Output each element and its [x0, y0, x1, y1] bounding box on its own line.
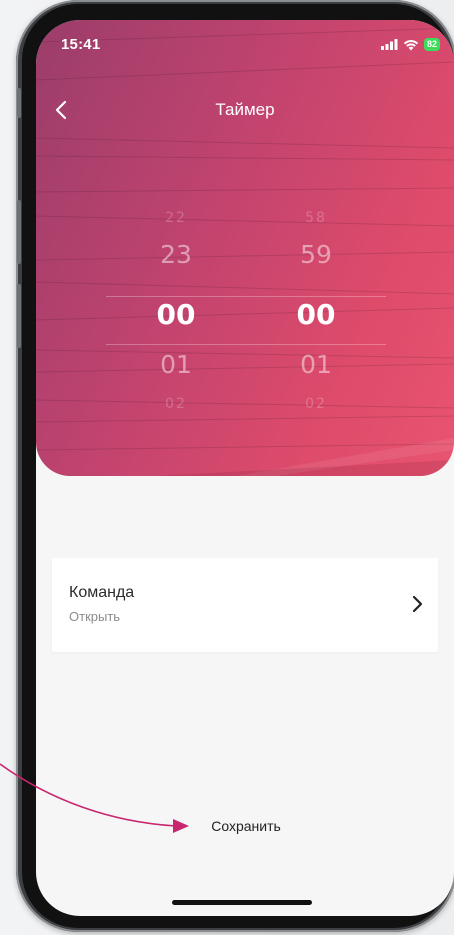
minute-option: 59	[300, 240, 332, 269]
hour-option: 01	[160, 350, 192, 379]
status-time: 15:41	[61, 36, 101, 53]
command-value: Открыть	[69, 609, 121, 624]
selected-minute: 00	[296, 298, 336, 331]
navigation-bar: Таймер	[36, 88, 454, 132]
minute-option: 02	[305, 396, 327, 412]
hour-option: 22	[165, 210, 187, 226]
minute-option: 01	[300, 350, 332, 379]
volume-down-button	[17, 284, 21, 348]
hour-option: 23	[160, 240, 192, 269]
status-bar: 15:41 82	[36, 20, 454, 70]
time-picker: 22 23 00 01 02 58 59 00 01 02	[36, 200, 454, 420]
command-row[interactable]: Команда Открыть	[52, 558, 438, 652]
cellular-signal-icon	[380, 39, 398, 50]
minutes-wheel[interactable]: 58 59 00 01 02	[276, 200, 356, 420]
mute-switch	[17, 88, 21, 118]
phone-screen: 15:41 82 Таймер 22 23 00 01 02 58 59 00 …	[36, 20, 454, 916]
home-indicator	[172, 900, 312, 905]
page-title: Таймер	[215, 100, 275, 119]
battery-icon: 82	[423, 38, 440, 51]
stage: 15:41 82 Таймер 22 23 00 01 02 58 59 00 …	[0, 0, 454, 935]
wifi-icon	[403, 39, 419, 50]
hour-option: 02	[165, 396, 187, 412]
chevron-right-icon	[412, 595, 423, 613]
hours-wheel[interactable]: 22 23 00 01 02	[136, 200, 216, 420]
volume-up-button	[17, 200, 21, 264]
command-label: Команда	[69, 584, 135, 601]
timer-header-background: 15:41 82 Таймер 22 23 00 01 02 58 59 00 …	[36, 20, 454, 476]
minute-option: 58	[305, 210, 327, 226]
save-button[interactable]: Сохранить	[176, 814, 316, 838]
selected-hour: 00	[156, 298, 196, 331]
status-icons: 82	[380, 38, 440, 51]
